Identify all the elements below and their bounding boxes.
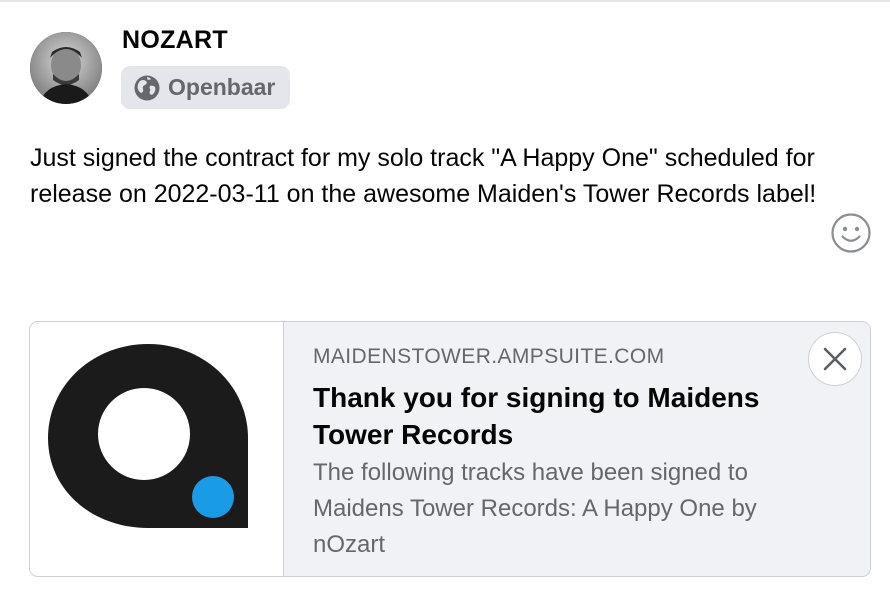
link-description: The following tracks have been signed to…: [313, 459, 757, 558]
close-icon: [823, 347, 847, 371]
avatar[interactable]: [30, 32, 102, 104]
avatar-photo: [30, 32, 102, 104]
smiley-icon: [831, 213, 871, 253]
link-title: Thank you for signing to Maidens Tower R…: [313, 382, 760, 450]
post-composer: NOZART Openbaar Just signed the contract…: [0, 0, 890, 614]
globe-icon: [134, 75, 160, 100]
author-name[interactable]: NOZART: [122, 26, 228, 55]
link-preview-thumbnail[interactable]: [30, 322, 284, 576]
remove-link-preview-button[interactable]: [808, 332, 862, 386]
ampsuite-logo: [48, 344, 248, 528]
emoji-button[interactable]: [830, 212, 872, 254]
link-preview-card[interactable]: MAIDENSTOWER.AMPSUITE.COM Thank you for …: [29, 321, 871, 577]
link-domain: MAIDENSTOWER.AMPSUITE.COM: [313, 345, 665, 368]
link-preview-body[interactable]: MAIDENSTOWER.AMPSUITE.COM Thank you for …: [284, 322, 870, 576]
post-text-input[interactable]: Just signed the contract for my solo tra…: [30, 140, 830, 212]
audience-label: Openbaar: [168, 74, 276, 100]
audience-selector[interactable]: Openbaar: [121, 66, 291, 109]
